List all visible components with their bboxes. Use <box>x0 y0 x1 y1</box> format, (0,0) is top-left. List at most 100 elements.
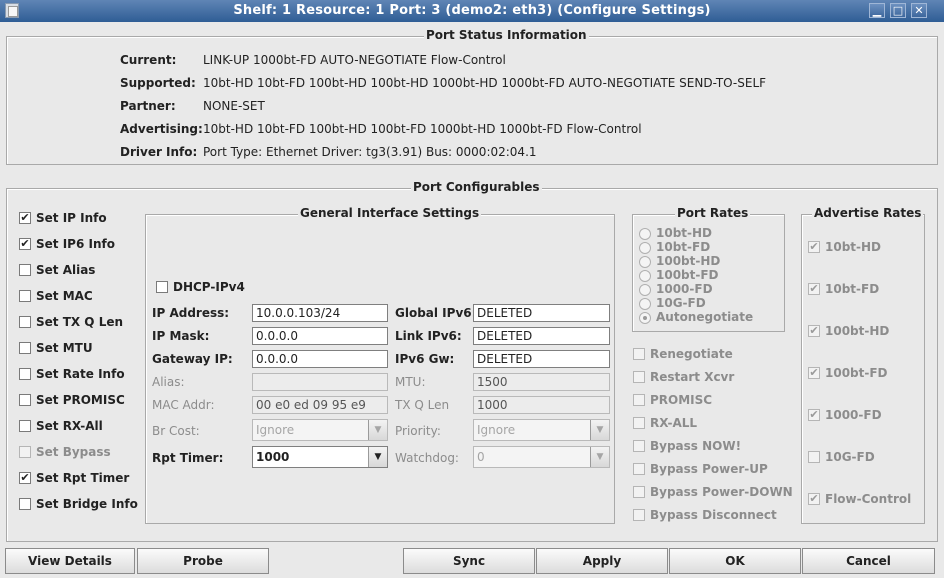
driver-info-value: Port Type: Ethernet Driver: tg3(3.91) Bu… <box>203 145 537 159</box>
ipv6-gw-field[interactable]: DELETED <box>473 350 610 368</box>
set-set-mac-checkbox[interactable] <box>19 290 31 302</box>
ip-address-label: IP Address: <box>152 306 230 320</box>
ok-button[interactable]: OK <box>669 548 801 574</box>
mtu-field[interactable]: 1500 <box>473 373 610 391</box>
opt-restart-xcvr-checkbox[interactable] <box>633 371 645 383</box>
minimize-button[interactable]: ▁ <box>869 3 885 18</box>
set-set-ip-info-checkbox[interactable]: ✔ <box>19 212 31 224</box>
dhcp-label: DHCP-IPv4 <box>173 280 245 294</box>
set-set-bypass-checkbox[interactable] <box>19 446 31 458</box>
adv-10g-fd-label: 10G-FD <box>825 450 875 464</box>
opt-bypass-disconnect-label: Bypass Disconnect <box>650 508 777 522</box>
opt-promisc-checkbox[interactable] <box>633 394 645 406</box>
rpt-timer-select[interactable]: 1000 ▼ <box>252 446 388 468</box>
set-set-bridge-info-checkbox[interactable] <box>19 498 31 510</box>
close-button[interactable]: ✕ <box>911 3 927 18</box>
global-ipv6-field[interactable]: DELETED <box>473 304 610 322</box>
rate-autonegotiate-radio[interactable] <box>639 312 651 324</box>
br-cost-select[interactable]: Ignore ▼ <box>252 419 388 441</box>
opt-bypass-power-up-label: Bypass Power-UP <box>650 462 768 476</box>
set-set-tx-q-len-checkbox[interactable] <box>19 316 31 328</box>
adv-flow-control-label: Flow-Control <box>825 492 912 506</box>
cancel-button[interactable]: Cancel <box>802 548 935 574</box>
opt-bypass-now-label: Bypass NOW! <box>650 439 742 453</box>
set-set-rpt-timer-checkbox[interactable]: ✔ <box>19 472 31 484</box>
rate-10bt-hd-radio[interactable] <box>639 228 651 240</box>
rate-10bt-fd-radio[interactable] <box>639 242 651 254</box>
sync-button[interactable]: Sync <box>403 548 535 574</box>
set-set-ip6-info-label: Set IP6 Info <box>36 237 115 251</box>
rate-10g-fd-radio[interactable] <box>639 298 651 310</box>
adv-100bt-fd-label: 100bt-FD <box>825 366 888 380</box>
adv-10bt-fd-checkbox[interactable]: ✔ <box>808 283 820 295</box>
advertise-rates-legend: Advertise Rates <box>812 206 924 220</box>
set-set-promisc-checkbox[interactable] <box>19 394 31 406</box>
mac-addr-label: MAC Addr: <box>152 398 215 412</box>
watchdog-label: Watchdog: <box>395 451 459 465</box>
link-ipv6-field[interactable]: DELETED <box>473 327 610 345</box>
set-set-rx-all-label: Set RX-All <box>36 419 103 433</box>
priority-select[interactable]: Ignore ▼ <box>473 419 610 441</box>
opt-rx-all-label: RX-ALL <box>650 416 698 430</box>
watchdog-select[interactable]: 0 ▼ <box>473 446 610 468</box>
adv-10bt-hd-checkbox[interactable]: ✔ <box>808 241 820 253</box>
apply-button[interactable]: Apply <box>536 548 668 574</box>
adv-flow-control-checkbox[interactable]: ✔ <box>808 493 820 505</box>
set-set-bypass-label: Set Bypass <box>36 445 111 459</box>
gateway-ip-label: Gateway IP: <box>152 352 233 366</box>
supported-value: 10bt-HD 10bt-FD 100bt-HD 100bt-HD 1000bt… <box>203 76 767 90</box>
link-ipv6-label: Link IPv6: <box>395 329 462 343</box>
alias-field[interactable] <box>252 373 388 391</box>
rate-1000-fd-label: 1000-FD <box>656 282 713 296</box>
tx-q-len-field[interactable]: 1000 <box>473 396 610 414</box>
set-set-alias-checkbox[interactable] <box>19 264 31 276</box>
opt-bypass-power-down-label: Bypass Power-DOWN <box>650 485 793 499</box>
window-title: Shelf: 1 Resource: 1 Port: 3 (demo2: eth… <box>233 3 711 18</box>
set-set-rpt-timer-label: Set Rpt Timer <box>36 471 130 485</box>
title-bar[interactable]: Shelf: 1 Resource: 1 Port: 3 (demo2: eth… <box>0 0 944 22</box>
set-set-mtu-checkbox[interactable] <box>19 342 31 354</box>
ip-mask-field[interactable]: 0.0.0.0 <box>252 327 388 345</box>
opt-bypass-power-up-checkbox[interactable] <box>633 463 645 475</box>
port-status-legend: Port Status Information <box>424 28 589 42</box>
driver-info-label: Driver Info: <box>120 145 198 159</box>
set-set-tx-q-len-label: Set TX Q Len <box>36 315 124 329</box>
adv-10g-fd-checkbox[interactable] <box>808 451 820 463</box>
rate-100bt-hd-radio[interactable] <box>639 256 651 268</box>
rpt-timer-label: Rpt Timer: <box>152 451 224 465</box>
adv-1000-fd-checkbox[interactable]: ✔ <box>808 409 820 421</box>
probe-button[interactable]: Probe <box>137 548 269 574</box>
view-details-button[interactable]: View Details <box>5 548 135 574</box>
adv-10bt-hd-label: 10bt-HD <box>825 240 882 254</box>
adv-100bt-fd-checkbox[interactable]: ✔ <box>808 367 820 379</box>
set-set-ip6-info-checkbox[interactable]: ✔ <box>19 238 31 250</box>
opt-bypass-power-down-checkbox[interactable] <box>633 486 645 498</box>
dhcp-checkbox[interactable] <box>156 281 168 293</box>
opt-restart-xcvr-label: Restart Xcvr <box>650 370 735 384</box>
opt-bypass-disconnect-checkbox[interactable] <box>633 509 645 521</box>
rate-100bt-fd-radio[interactable] <box>639 270 651 282</box>
opt-renegotiate-checkbox[interactable] <box>633 348 645 360</box>
opt-rx-all-checkbox[interactable] <box>633 417 645 429</box>
set-set-rx-all-checkbox[interactable] <box>19 420 31 432</box>
rate-10bt-hd-label: 10bt-HD <box>656 226 713 240</box>
global-ipv6-label: Global IPv6: <box>395 306 477 320</box>
opt-bypass-now-checkbox[interactable] <box>633 440 645 452</box>
chevron-down-icon: ▼ <box>368 420 387 440</box>
adv-100bt-hd-label: 100bt-HD <box>825 324 890 338</box>
gateway-ip-field[interactable]: 0.0.0.0 <box>252 350 388 368</box>
set-set-rate-info-checkbox[interactable] <box>19 368 31 380</box>
advertising-label: Advertising: <box>120 122 203 136</box>
partner-label: Partner: <box>120 99 176 113</box>
adv-100bt-hd-checkbox[interactable]: ✔ <box>808 325 820 337</box>
maximize-button[interactable]: □ <box>890 3 906 18</box>
mtu-label: MTU: <box>395 375 426 389</box>
watchdog-value: 0 <box>477 450 485 464</box>
supported-label: Supported: <box>120 76 196 90</box>
ip-address-field[interactable]: 10.0.0.103/24 <box>252 304 388 322</box>
ip-mask-label: IP Mask: <box>152 329 210 343</box>
set-set-promisc-label: Set PROMISC <box>36 393 125 407</box>
mac-addr-field[interactable]: 00 e0 ed 09 95 e9 <box>252 396 388 414</box>
rate-1000-fd-radio[interactable] <box>639 284 651 296</box>
set-set-alias-label: Set Alias <box>36 263 96 277</box>
